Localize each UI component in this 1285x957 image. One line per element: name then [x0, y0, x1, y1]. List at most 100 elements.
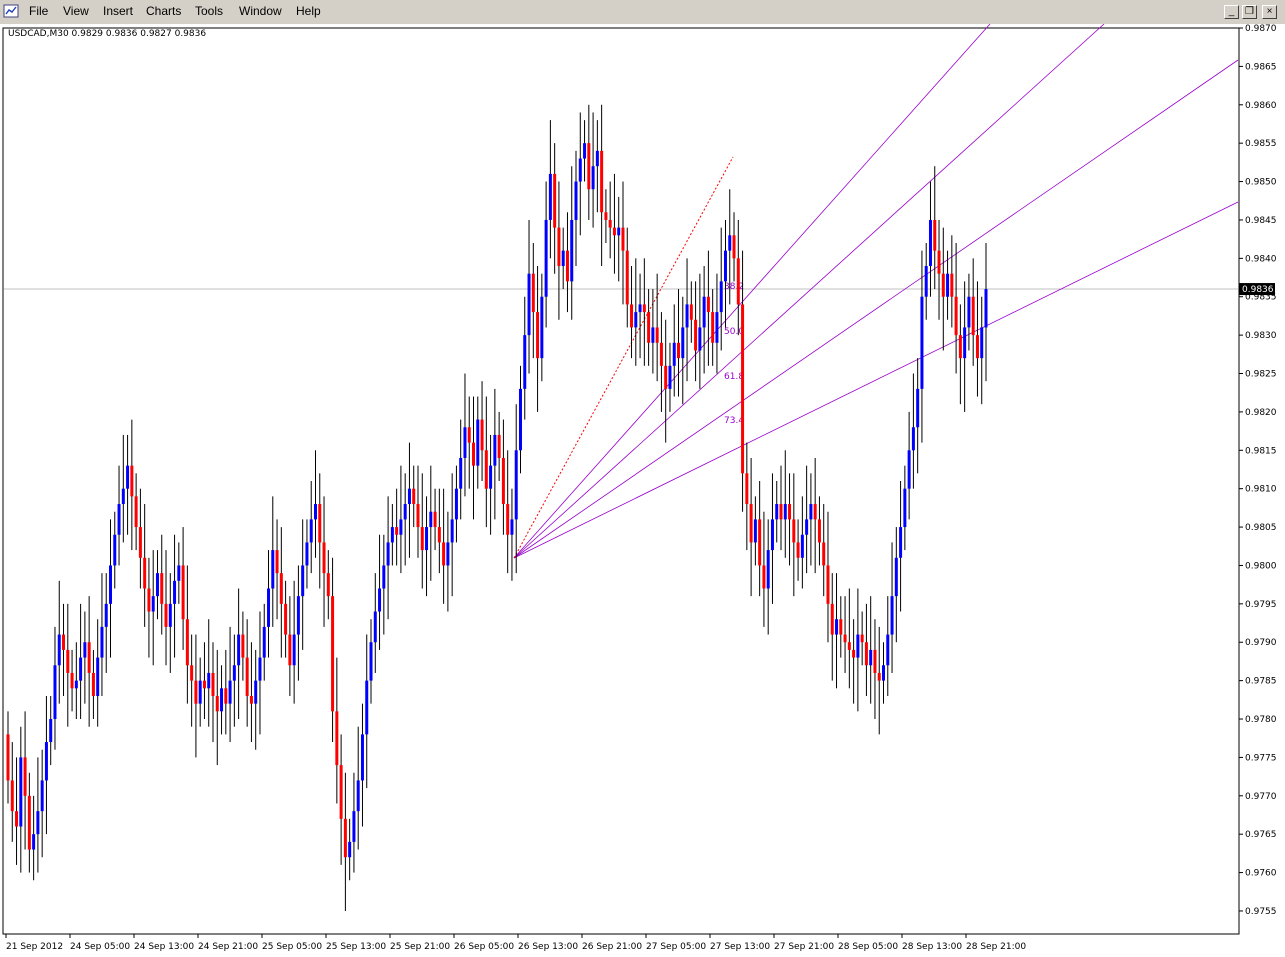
candle-body — [309, 519, 313, 543]
candle-body — [518, 388, 522, 451]
candle-body — [946, 273, 950, 297]
candle-body — [835, 619, 839, 635]
candle-body — [155, 573, 159, 597]
candle-body — [869, 649, 873, 666]
candle-body — [775, 504, 779, 520]
candle-body — [706, 296, 710, 313]
candle-body — [117, 504, 121, 535]
y-tick-label: 0.9860 — [1245, 101, 1277, 111]
x-tick-label: 28 Sep 13:00 — [902, 942, 962, 952]
candle-body — [711, 312, 715, 343]
candle-body — [74, 680, 78, 689]
candle-body — [984, 289, 988, 328]
candle-body — [138, 527, 142, 558]
y-tick-label: 0.9855 — [1245, 139, 1277, 149]
menu-help[interactable]: Help — [296, 4, 321, 18]
close-button[interactable]: × — [1262, 5, 1277, 19]
candle-body — [672, 342, 676, 366]
candle-body — [877, 672, 881, 681]
candle-body — [937, 250, 941, 274]
candle-body — [933, 219, 937, 251]
candle-body — [489, 465, 493, 489]
candle-body — [805, 519, 809, 535]
app-icon[interactable] — [3, 4, 19, 18]
candle-body — [531, 273, 535, 313]
menu-charts[interactable]: Charts — [146, 4, 181, 18]
menu-window[interactable]: Window — [239, 4, 282, 18]
candle-body — [348, 841, 352, 858]
candle-body — [151, 596, 155, 612]
chart-window[interactable]: 38.2 50.0 61.8 73.4 0.9870 0.9865 0.9860 0.985… — [0, 24, 1285, 957]
candle-body — [181, 565, 185, 620]
candle-body — [215, 695, 219, 712]
candle-body — [442, 542, 446, 566]
menu-file[interactable]: File — [29, 4, 48, 18]
y-tick-label: 0.9865 — [1245, 62, 1277, 72]
candle-body — [685, 304, 689, 328]
candle-body — [326, 573, 330, 597]
candle-body — [284, 603, 288, 635]
x-tick-label: 25 Sep 21:00 — [390, 942, 450, 952]
candle-body — [745, 473, 749, 505]
candle-body — [548, 173, 552, 220]
candle-body — [472, 442, 476, 466]
y-tick-label: 0.9805 — [1245, 523, 1277, 533]
candle-body — [322, 542, 326, 574]
plot-area[interactable] — [2, 27, 1240, 935]
candle-body — [583, 143, 587, 159]
candle-body — [275, 550, 279, 574]
candle-body — [40, 780, 44, 812]
candle-body — [800, 534, 804, 558]
candle-body — [719, 281, 723, 313]
candle-body — [809, 504, 813, 520]
price-chart[interactable]: 38.250.061.873.4 0.98700.98650.98600.985… — [0, 24, 1285, 957]
candle-body — [655, 327, 659, 343]
candle-body — [630, 304, 634, 328]
x-tick-label: 25 Sep 05:00 — [262, 942, 322, 952]
candle-body — [638, 304, 642, 313]
candle-body — [894, 557, 898, 597]
candle-body — [886, 634, 890, 666]
candle-body — [198, 680, 202, 704]
menu-view[interactable]: View — [63, 4, 89, 18]
candle-body — [980, 327, 984, 359]
candle-body — [190, 665, 194, 681]
restore-button[interactable]: ❐ — [1242, 5, 1257, 19]
y-tick-label: 0.9825 — [1245, 370, 1277, 380]
symbol-info-label: USDCAD,M30 0.9829 0.9836 0.9827 0.9836 — [8, 29, 207, 39]
candle-body — [429, 511, 433, 528]
candle-body — [425, 527, 429, 551]
menu-insert[interactable]: Insert — [103, 4, 133, 18]
y-tick-label: 0.9810 — [1245, 485, 1277, 495]
candle-body — [950, 273, 954, 297]
candle-body — [19, 757, 23, 827]
menu-bar: File View Insert Charts Tools Window Hel… — [0, 0, 1285, 25]
candle-body — [57, 634, 61, 666]
candle-body — [770, 519, 774, 551]
candle-body — [659, 342, 663, 366]
minimize-button[interactable]: _ — [1224, 5, 1239, 19]
candle-body — [758, 519, 762, 566]
candle-body — [262, 626, 266, 658]
candle-body — [79, 657, 83, 681]
candle-body — [574, 181, 578, 220]
candle-body — [544, 219, 548, 297]
candle-body — [147, 588, 151, 612]
candle-body — [570, 219, 574, 282]
candle-body — [121, 488, 125, 505]
candle-body — [736, 258, 740, 305]
candle-body — [108, 565, 112, 604]
candle-body — [459, 457, 463, 489]
candle-body — [873, 649, 877, 673]
candle-body — [467, 427, 471, 443]
candle-body — [899, 527, 903, 558]
candle-body — [360, 734, 364, 781]
candle-body — [335, 711, 339, 766]
y-tick-label: 0.9830 — [1245, 331, 1277, 341]
candle-body — [493, 434, 497, 466]
menu-tools[interactable]: Tools — [195, 4, 223, 18]
candle-body — [343, 818, 347, 858]
candle-body — [621, 227, 625, 251]
y-tick-label: 0.9770 — [1245, 792, 1277, 802]
candle-body — [220, 688, 224, 712]
